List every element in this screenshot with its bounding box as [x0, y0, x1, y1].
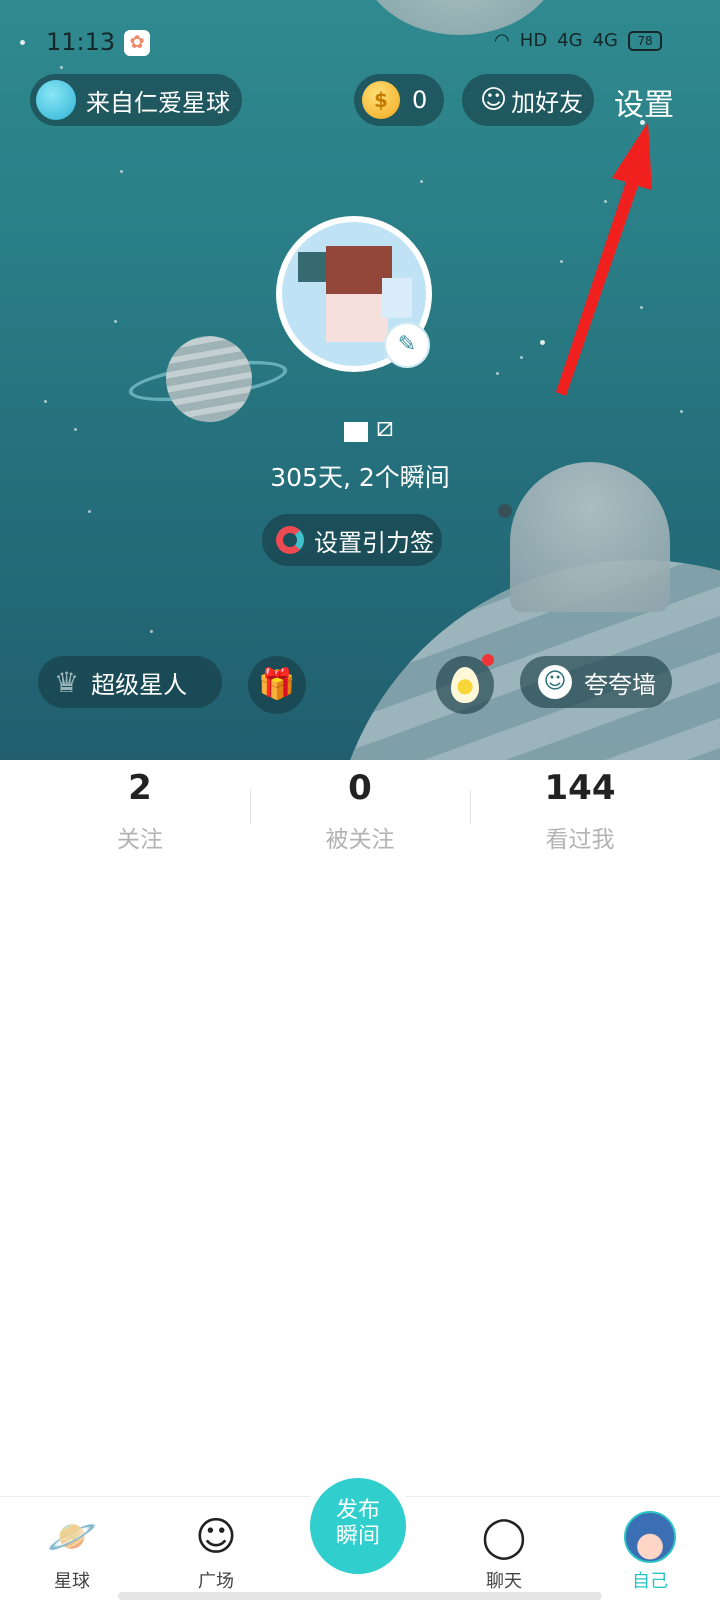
magnet-icon — [276, 526, 304, 554]
nav-planet[interactable]: 🪐 星球 — [22, 1511, 122, 1593]
settings-button[interactable]: 设置 — [614, 80, 674, 124]
publish-line1: 发布 — [335, 1498, 380, 1523]
notification-app-icon: ✿ — [124, 30, 150, 56]
publish-moment-button[interactable]: 发布 瞬间 — [310, 1478, 406, 1574]
decor-ringed-planet — [126, 330, 290, 430]
avatar-edit-badge-icon[interactable]: ✎ — [384, 322, 430, 368]
nav-planet-label: 星球 — [54, 1571, 90, 1592]
gift-button[interactable]: 🎁 — [248, 656, 306, 714]
coin-icon: $ — [362, 81, 400, 119]
wifi-icon: ◠ — [494, 30, 510, 51]
chat-bubble-icon: ◯ — [481, 1514, 527, 1560]
status-indicators: ◠ HD 4G 4G 78 — [494, 30, 662, 51]
followers-value: 0 — [348, 768, 372, 808]
status-bar: 11:13 ✿ ◠ HD 4G 4G 78 — [0, 0, 720, 80]
battery-icon: 78 — [628, 30, 662, 51]
add-friend-label: 加好友 — [511, 88, 584, 117]
egg-icon — [451, 667, 479, 703]
set-gravity-tag-button[interactable]: 设置引力签 — [262, 514, 442, 566]
visitors-label: 看过我 — [545, 827, 615, 853]
home-indicator[interactable] — [118, 1592, 602, 1600]
crown-icon: ♛ — [54, 665, 80, 699]
super-star-label: 超级星人 — [91, 670, 188, 699]
nav-chat-label: 聊天 — [486, 1571, 522, 1592]
super-star-button[interactable]: ♛ 超级星人 — [38, 656, 222, 708]
square-icon: ☺ — [195, 1514, 237, 1560]
hd-badge: HD — [519, 30, 548, 51]
set-gravity-tag-label: 设置引力签 — [314, 528, 434, 557]
self-avatar-icon — [624, 1511, 676, 1563]
followers-label: 被关注 — [325, 827, 395, 853]
following-label: 关注 — [117, 827, 163, 853]
visitors-value: 144 — [544, 768, 616, 808]
add-person-icon: ☺ — [480, 85, 508, 115]
follow-stats: 2 关注 0 被关注 144 看过我 — [30, 768, 690, 858]
edit-nickname-icon[interactable]: ⧄ — [376, 410, 394, 444]
coin-count: 0 — [412, 86, 428, 114]
notification-dot — [482, 654, 494, 666]
nav-square[interactable]: ☺ 广场 — [166, 1511, 266, 1593]
following-count[interactable]: 2 关注 — [30, 768, 250, 858]
gift-icon: 🎁 — [258, 667, 296, 702]
add-friend-button[interactable]: ☺ 加好友 — [462, 74, 594, 126]
publish-line2: 瞬间 — [335, 1524, 380, 1549]
profile-stats-text: 305天, 2个瞬间 — [270, 463, 450, 492]
origin-planet-pill[interactable]: 来自仁爱星球 — [30, 74, 242, 126]
signal-icon-2: 4G — [592, 30, 618, 51]
visitors-count[interactable]: 144 看过我 — [470, 768, 690, 858]
following-value: 2 — [128, 768, 152, 808]
followers-count[interactable]: 0 被关注 — [250, 768, 470, 858]
smile-icon: ☺ — [538, 665, 572, 699]
praise-wall-button[interactable]: ☺ 夸夸墙 — [520, 656, 672, 708]
nav-square-label: 广场 — [198, 1571, 234, 1592]
nav-self-label: 自己 — [632, 1571, 668, 1592]
nickname — [344, 422, 368, 442]
signal-icon-1: 4G — [557, 30, 583, 51]
nav-self[interactable]: 自己 — [600, 1511, 700, 1593]
annotation-arrow-icon — [556, 122, 652, 396]
planet-icon: 🪐 — [47, 1514, 97, 1560]
planet-icon — [36, 80, 76, 120]
praise-wall-label: 夸夸墙 — [584, 670, 656, 699]
origin-label: 来自仁爱星球 — [86, 88, 230, 117]
status-time: 11:13 — [46, 28, 116, 56]
nav-chat[interactable]: ◯ 聊天 — [454, 1511, 554, 1593]
coin-balance-pill[interactable]: $ 0 — [354, 74, 444, 126]
